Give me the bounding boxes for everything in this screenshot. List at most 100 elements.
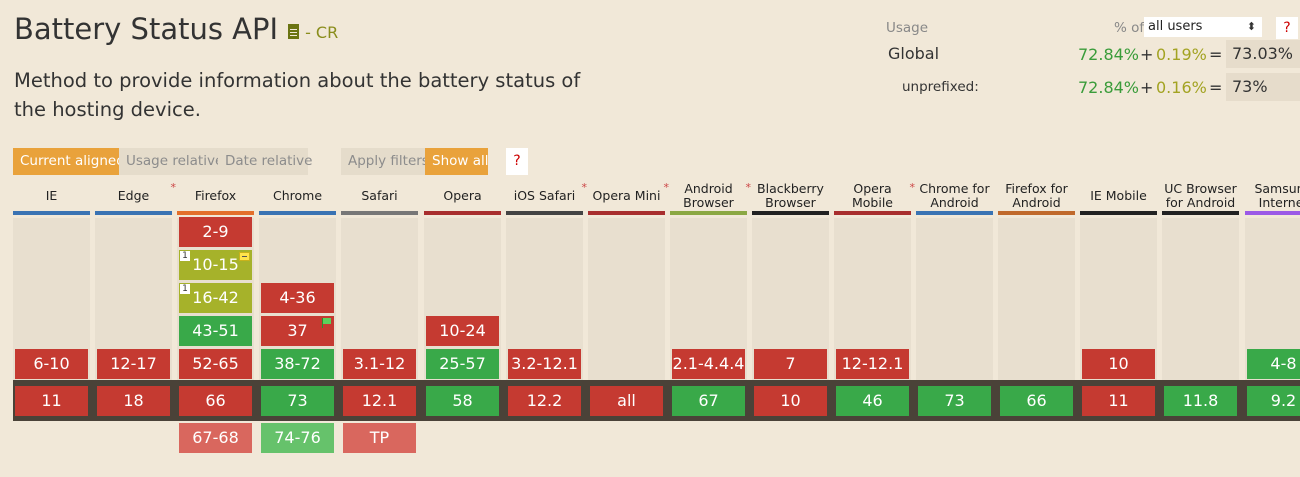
current-version-cell[interactable]: 73	[261, 386, 334, 416]
browser-name: Chrome for Android	[919, 181, 990, 210]
browser-name: Blackberry Browser	[757, 181, 824, 210]
browser-name: Safari	[361, 188, 398, 203]
version-cell[interactable]: 10	[1082, 349, 1155, 379]
browser-column	[998, 218, 1075, 380]
note-number: 1	[180, 251, 190, 261]
unprefixed-equals: =	[1209, 78, 1223, 97]
browser-header-blackberry-browser[interactable]: Blackberry Browser	[752, 181, 829, 211]
browser-header-android-browser[interactable]: Android Browser *	[670, 181, 751, 211]
global-supported: 72.84%	[1078, 45, 1140, 64]
browser-name: IE	[45, 188, 58, 203]
browser-color-bar	[95, 211, 172, 215]
filters-help-button[interactable]: ?	[506, 148, 528, 175]
usage-relative-button[interactable]: Usage relative	[119, 148, 223, 175]
current-version-cell[interactable]: 12.1	[343, 386, 416, 416]
version-cell[interactable]: 6-10	[15, 349, 88, 379]
browser-color-bar	[1080, 211, 1157, 215]
browser-header-opera-mobile[interactable]: Opera Mobile *	[834, 181, 915, 211]
future-version-cell[interactable]: 74-76	[261, 423, 334, 453]
user-group-value: all users	[1148, 19, 1203, 34]
version-cell[interactable]: 3.1-12	[343, 349, 416, 379]
browser-header-firefox-for-android[interactable]: Firefox for Android	[998, 181, 1075, 211]
document-icon[interactable]	[288, 23, 300, 39]
browser-color-bar	[998, 211, 1075, 215]
browser-header-firefox[interactable]: Firefox	[177, 181, 254, 211]
version-cell[interactable]: 12-12.1	[836, 349, 909, 379]
version-cell[interactable]: 43-51	[179, 316, 252, 346]
unprefixed-plus: +	[1140, 78, 1154, 97]
future-version-cell[interactable]: TP	[343, 423, 416, 453]
browser-header-samsung-internet[interactable]: Samsung Internet	[1245, 181, 1300, 211]
version-cell[interactable]: 4-8	[1247, 349, 1300, 379]
browser-header-chrome[interactable]: Chrome	[259, 181, 336, 211]
current-version-cell[interactable]: 11.8	[1164, 386, 1237, 416]
current-version-cell[interactable]: 58	[426, 386, 499, 416]
star-icon: *	[663, 181, 670, 194]
global-label: Global	[888, 44, 940, 63]
current-version-cell[interactable]: all	[590, 386, 663, 416]
browser-color-bar	[424, 211, 501, 215]
current-aligned-button[interactable]: Current aligned	[13, 148, 125, 175]
version-cell[interactable]: 38-72	[261, 349, 334, 379]
page-title: Battery Status API - CR	[14, 12, 338, 46]
prefix-icon	[239, 252, 250, 261]
browser-header-edge[interactable]: Edge *	[95, 181, 176, 211]
browser-color-bar	[259, 211, 336, 215]
current-version-cell[interactable]: 73	[918, 386, 991, 416]
version-cell[interactable]: 10-24	[426, 316, 499, 346]
browser-color-bar	[916, 211, 993, 215]
version-cell[interactable]: 2.1-4.4.4	[672, 349, 745, 379]
version-cell[interactable]: 52-65	[179, 349, 252, 379]
browser-name: iOS Safari	[513, 188, 576, 203]
spec-status[interactable]: - CR	[305, 23, 338, 42]
browser-header-opera[interactable]: Opera	[424, 181, 501, 211]
version-cell[interactable]: 7	[754, 349, 827, 379]
browser-header-uc-browser-for-android[interactable]: UC Browser for Android	[1162, 181, 1239, 211]
browser-header-ie-mobile[interactable]: IE Mobile	[1080, 181, 1157, 211]
star-icon: *	[909, 181, 916, 194]
current-version-cell[interactable]: 66	[179, 386, 252, 416]
current-version-cell[interactable]: 11	[1082, 386, 1155, 416]
browser-header-opera-mini[interactable]: Opera Mini *	[588, 181, 669, 211]
browser-name: Chrome	[272, 188, 323, 203]
browser-header-safari[interactable]: Safari	[341, 181, 418, 211]
browser-header-ie[interactable]: IE	[13, 181, 90, 211]
version-cell[interactable]: 12-17	[97, 349, 170, 379]
version-cell[interactable]: 37	[261, 316, 334, 346]
browser-color-bar	[670, 211, 747, 215]
unprefixed-label: unprefixed:	[902, 79, 979, 95]
version-cell[interactable]: 2-9	[179, 217, 252, 247]
browser-color-bar	[752, 211, 829, 215]
current-version-cell[interactable]: 10	[754, 386, 827, 416]
usage-label: Usage	[886, 20, 929, 36]
current-version-cell[interactable]: 66	[1000, 386, 1073, 416]
browser-header-ios-safari[interactable]: iOS Safari *	[506, 181, 587, 211]
date-relative-button[interactable]: Date relative	[218, 148, 312, 175]
browser-name: Edge	[117, 188, 150, 203]
browser-name: Opera Mobile	[851, 181, 893, 210]
version-cell[interactable]: 10-15 1	[179, 250, 252, 280]
browser-header-chrome-for-android[interactable]: Chrome for Android	[916, 181, 993, 211]
version-cell[interactable]: 4-36	[261, 283, 334, 313]
show-all-button[interactable]: Show all	[425, 148, 489, 175]
feature-description: Method to provide information about the …	[14, 69, 581, 121]
user-group-select[interactable]: all users ⬍	[1144, 17, 1262, 37]
current-version-cell[interactable]: 67	[672, 386, 745, 416]
browser-name: Firefox for Android	[1005, 181, 1068, 210]
current-version-cell[interactable]: 9.2	[1247, 386, 1300, 416]
current-version-cell[interactable]: 18	[97, 386, 170, 416]
current-version-cell[interactable]: 11	[15, 386, 88, 416]
global-equals: =	[1209, 45, 1223, 64]
apply-filters-button[interactable]: Apply filters	[341, 148, 429, 175]
version-cell[interactable]: 3.2-12.1	[508, 349, 581, 379]
browser-color-bar	[506, 211, 583, 215]
version-cell[interactable]: 25-57	[426, 349, 499, 379]
usage-help-button[interactable]: ?	[1276, 17, 1298, 39]
browser-name: Firefox	[194, 188, 237, 203]
version-cell[interactable]: 16-42 1	[179, 283, 252, 313]
current-version-cell[interactable]: 46	[836, 386, 909, 416]
browser-name: Opera	[443, 188, 482, 203]
future-version-cell[interactable]: 67-68	[179, 423, 252, 453]
unprefixed-supported: 72.84%	[1078, 78, 1140, 97]
current-version-cell[interactable]: 12.2	[508, 386, 581, 416]
